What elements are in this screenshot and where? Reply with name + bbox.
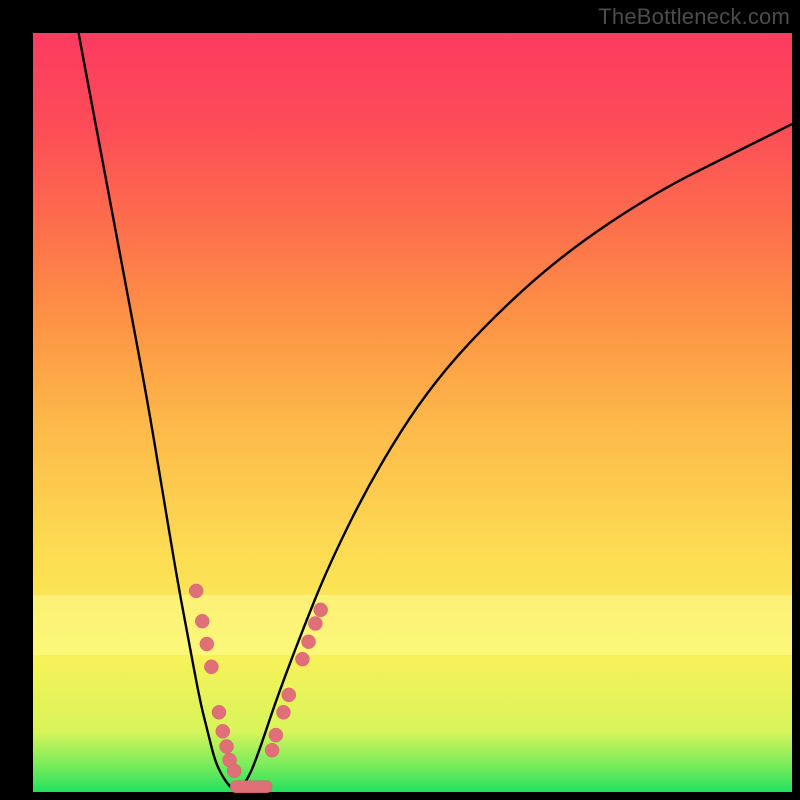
data-marker <box>314 603 328 617</box>
right-branch-curve <box>238 124 792 792</box>
curve-layer <box>33 33 792 792</box>
data-marker <box>220 739 234 753</box>
data-marker <box>308 617 322 631</box>
data-marker <box>269 728 283 742</box>
flat-segment-marker <box>230 781 272 793</box>
data-marker <box>265 743 279 757</box>
data-marker <box>227 764 241 778</box>
data-marker <box>282 688 296 702</box>
data-marker <box>200 637 214 651</box>
data-marker <box>276 705 290 719</box>
watermark-text: TheBottleneck.com <box>598 4 790 30</box>
left-branch-curve <box>79 33 238 792</box>
data-marker <box>204 660 218 674</box>
markers-right <box>265 603 328 757</box>
chart-frame: TheBottleneck.com <box>0 0 800 800</box>
data-marker <box>295 652 309 666</box>
data-marker <box>189 584 203 598</box>
plot-area <box>33 33 792 792</box>
data-marker <box>212 705 226 719</box>
data-marker <box>195 614 209 628</box>
data-marker <box>302 635 316 649</box>
data-marker <box>216 724 230 738</box>
